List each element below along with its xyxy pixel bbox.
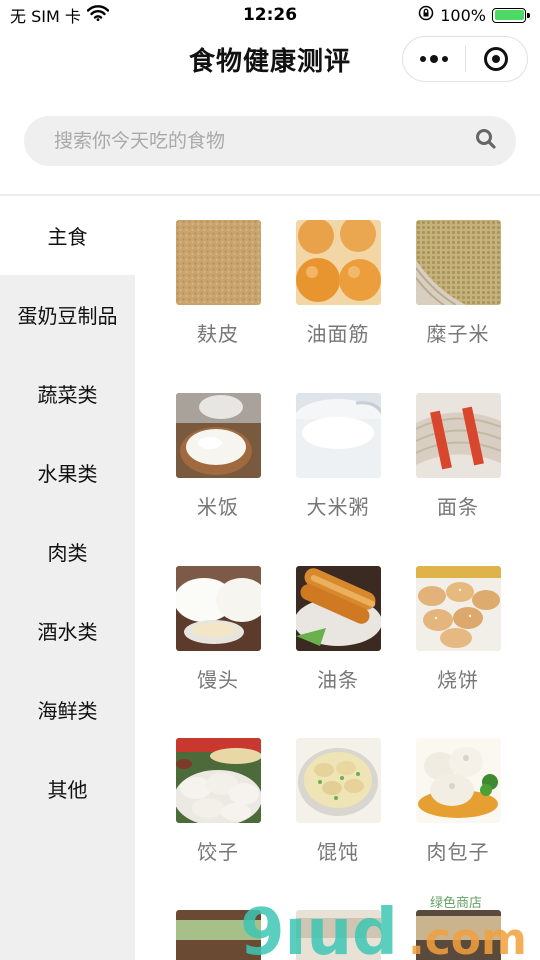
watermark-logo: 9ıud .com xyxy=(240,896,527,960)
food-name: 油面筋 xyxy=(306,322,370,346)
meat-bun-image xyxy=(415,738,501,823)
watermark: 9ıud .com 绿色商店 xyxy=(240,888,540,960)
sidebar-item-label: 水果类 xyxy=(37,462,98,486)
battery-percent: 100% xyxy=(440,5,486,25)
food-name: 面条 xyxy=(437,495,479,519)
sidebar-item-label: 肉类 xyxy=(47,541,88,565)
app-screen: 无 SIM 卡 12:26 100% 食物健康测评 搜索你今天吃的食物 主食 蛋… xyxy=(0,0,540,960)
food-name: 米饭 xyxy=(197,495,239,519)
sidebar-item-label: 主食 xyxy=(47,225,88,249)
more-dots-icon xyxy=(419,55,448,63)
proso-millet-image xyxy=(415,220,501,305)
sesame-flatbread-image xyxy=(415,566,501,651)
nav-bar: 食物健康测评 xyxy=(0,30,540,88)
food-name: 糜子米 xyxy=(426,322,490,346)
food-item[interactable]: 麸皮 xyxy=(166,220,270,347)
sidebar-item-meat[interactable]: 肉类 xyxy=(0,512,135,591)
carrier-label: 无 SIM 卡 xyxy=(10,7,81,26)
food-item[interactable]: 馄饨 xyxy=(286,738,390,865)
food-name: 馄饨 xyxy=(317,840,359,864)
sidebar-item-label: 酒水类 xyxy=(37,620,98,644)
food-item[interactable]: 肉包子 xyxy=(406,738,510,865)
food-name: 油条 xyxy=(317,668,359,692)
food-name: 饺子 xyxy=(197,840,239,864)
sidebar-item-label: 蛋奶豆制品 xyxy=(17,304,118,328)
sidebar-item-drinks[interactable]: 酒水类 xyxy=(0,591,135,670)
bran-image xyxy=(175,220,261,305)
target-icon xyxy=(484,47,509,71)
search-bar[interactable] xyxy=(24,116,516,166)
food-name: 肉包子 xyxy=(426,840,490,864)
svg-text:.com: .com xyxy=(408,914,527,960)
food-item[interactable]: 油面筋 xyxy=(286,220,390,347)
fried-gluten-balls-image xyxy=(295,220,381,305)
dumplings-image xyxy=(175,738,261,823)
more-button[interactable] xyxy=(403,37,465,81)
food-name: 馒头 xyxy=(197,668,239,692)
food-item[interactable]: 糜子米 xyxy=(406,220,510,347)
close-mini-program-button[interactable] xyxy=(466,37,528,81)
watermark-subtext: 绿色商店 xyxy=(430,896,483,911)
sidebar-item-label: 海鲜类 xyxy=(37,699,98,723)
category-sidebar: 主食 蛋奶豆制品 蔬菜类 水果类 肉类 酒水类 海鲜类 其他 xyxy=(0,196,135,960)
status-bar: 无 SIM 卡 12:26 100% xyxy=(0,0,540,30)
food-name: 烧饼 xyxy=(437,668,479,692)
sidebar-item-fruits[interactable]: 水果类 xyxy=(0,433,135,512)
orientation-lock-icon xyxy=(418,5,434,25)
food-name: 麸皮 xyxy=(197,322,239,346)
food-item[interactable]: 大米粥 xyxy=(286,393,390,520)
battery-icon xyxy=(492,7,530,23)
food-item[interactable]: 馒头 xyxy=(166,566,270,693)
noodles-image xyxy=(415,393,501,478)
search-input[interactable] xyxy=(54,130,474,152)
rice-image xyxy=(175,393,261,478)
food-item[interactable]: 面条 xyxy=(406,393,510,520)
food-item[interactable]: 米饭 xyxy=(166,393,270,520)
status-right: 100% xyxy=(418,5,530,25)
steamed-bun-image xyxy=(175,566,261,651)
sidebar-item-label: 蔬菜类 xyxy=(37,383,98,407)
search-area xyxy=(0,88,540,194)
sidebar-item-label: 其他 xyxy=(47,778,88,802)
food-item[interactable]: 油条 xyxy=(286,566,390,693)
battery-fill xyxy=(494,10,524,20)
page-title: 食物健康测评 xyxy=(188,46,351,77)
food-grid: 麸皮 油面筋 糜子米 米饭 大米粥 面条 馒头 油条 烧饼 饺子 馄饨 肉包子 xyxy=(138,196,540,960)
sidebar-item-vegetables[interactable]: 蔬菜类 xyxy=(0,354,135,433)
status-left: 无 SIM 卡 xyxy=(10,3,110,27)
sidebar-item-staple[interactable]: 主食 xyxy=(0,196,135,275)
food-item[interactable]: 饺子 xyxy=(166,738,270,865)
sidebar-item-seafood[interactable]: 海鲜类 xyxy=(0,670,135,749)
fried-dough-stick-image xyxy=(295,566,381,651)
wonton-image xyxy=(295,738,381,823)
sidebar-item-other[interactable]: 其他 xyxy=(0,749,135,828)
food-name: 大米粥 xyxy=(306,495,370,519)
mini-program-capsule xyxy=(402,36,528,82)
rice-porridge-image xyxy=(295,393,381,478)
wifi-icon xyxy=(86,5,110,25)
svg-text:9ıud: 9ıud xyxy=(240,896,398,960)
sidebar-item-egg-milk-soy[interactable]: 蛋奶豆制品 xyxy=(0,275,135,354)
search-icon[interactable] xyxy=(474,127,498,155)
food-item[interactable]: 烧饼 xyxy=(406,566,510,693)
